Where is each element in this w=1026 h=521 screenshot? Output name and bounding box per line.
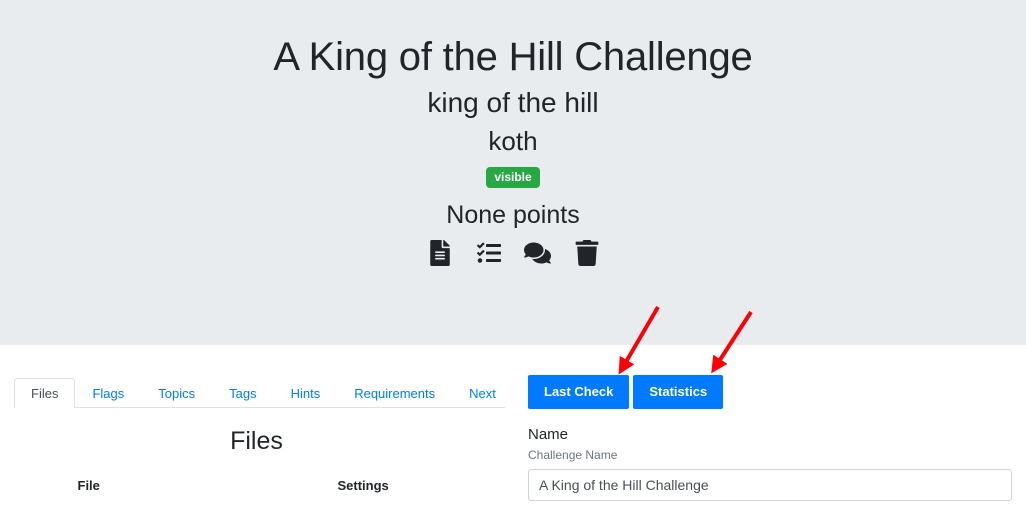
badge-row: visible: [0, 166, 1026, 188]
file-alt-icon[interactable]: [426, 240, 453, 267]
left-column: Files Flags Topics Tags Hints Requiremen…: [0, 345, 513, 521]
trash-icon[interactable]: [573, 240, 600, 267]
challenge-name-input[interactable]: [528, 469, 1012, 502]
tab-hints[interactable]: Hints: [274, 378, 338, 408]
name-field-label: Name: [528, 426, 569, 443]
column-header-settings: Settings: [337, 478, 389, 493]
tab-requirements[interactable]: Requirements: [337, 378, 452, 408]
tab-topics[interactable]: Topics: [141, 378, 212, 408]
comments-icon[interactable]: [524, 240, 551, 267]
challenge-points: None points: [446, 200, 580, 229]
challenge-title: A King of the Hill Challenge: [273, 35, 753, 79]
statistics-button[interactable]: Statistics: [633, 375, 724, 409]
tab-flags[interactable]: Flags: [75, 378, 141, 408]
status-badge: visible: [486, 166, 540, 188]
tab-tags[interactable]: Tags: [212, 378, 273, 408]
last-check-button[interactable]: Last Check: [528, 375, 630, 409]
files-table-header-row: File Settings: [42, 478, 472, 497]
challenge-category: king of the hill: [427, 87, 599, 118]
challenge-header: A King of the Hill Challenge king of the…: [0, 0, 1026, 345]
tab-next[interactable]: Next: [452, 378, 513, 408]
tasks-icon[interactable]: [475, 240, 502, 267]
files-table: File Settings: [42, 478, 472, 497]
challenge-type: koth: [488, 125, 538, 156]
name-field-help: Challenge Name: [528, 447, 618, 462]
files-panel-title: Files: [230, 427, 283, 455]
body-area: Files Flags Topics Tags Hints Requiremen…: [0, 345, 1026, 521]
name-field-group: Name Challenge Name: [528, 425, 1012, 502]
column-header-file: File: [77, 478, 100, 493]
challenge-tabs: Files Flags Topics Tags Hints Requiremen…: [14, 375, 505, 408]
right-column: Last Check Statistics Name Challenge Nam…: [513, 345, 1026, 521]
tab-files[interactable]: Files: [14, 378, 76, 408]
challenge-action-icons: [0, 240, 1026, 267]
challenge-action-buttons: Last Check Statistics: [528, 375, 1026, 409]
